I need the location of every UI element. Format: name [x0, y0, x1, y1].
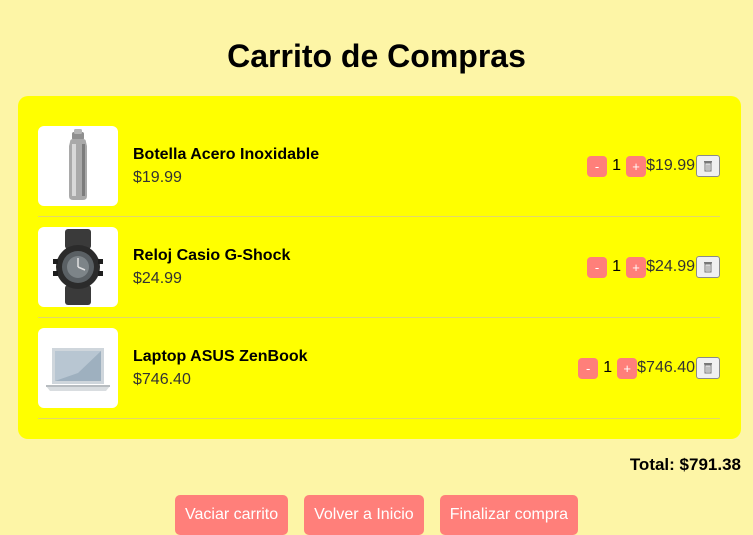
product-image-bottle — [38, 126, 118, 206]
empty-cart-button[interactable]: Vaciar carrito — [175, 495, 289, 535]
cart-actions: Vaciar carrito Volver a Inicio Finalizar… — [0, 495, 753, 535]
quantity-value: 1 — [603, 359, 613, 376]
increase-quantity-button[interactable]: + — [617, 357, 638, 379]
remove-item-button[interactable] — [696, 357, 720, 379]
decrease-quantity-button[interactable]: - — [578, 357, 599, 379]
cart-item: Laptop ASUS ZenBook $746.40 - 1 + $746.4… — [38, 318, 720, 419]
quantity-value: 1 — [612, 258, 622, 275]
quantity-controls: - 1 + $746.40 — [578, 357, 720, 379]
decrease-quantity-button[interactable]: - — [587, 256, 608, 278]
product-name: Reloj Casio G-Shock — [133, 247, 291, 264]
product-price: $19.99 — [133, 169, 182, 186]
back-home-button[interactable]: Volver a Inicio — [304, 495, 424, 535]
quantity-controls: - 1 + $24.99 — [587, 256, 720, 278]
product-name: Laptop ASUS ZenBook — [133, 348, 308, 365]
page-title: Carrito de Compras — [227, 38, 526, 74]
product-image-watch — [38, 227, 118, 307]
quantity-controls: - 1 + $19.99 — [587, 155, 720, 177]
product-price: $746.40 — [133, 371, 191, 388]
cart-panel: Botella Acero Inoxidable $19.99 - 1 + $1… — [18, 96, 741, 439]
remove-item-button[interactable] — [696, 256, 720, 278]
trash-icon — [704, 363, 712, 374]
trash-icon — [704, 161, 712, 172]
decrease-quantity-button[interactable]: - — [587, 155, 608, 177]
product-price: $24.99 — [133, 270, 182, 287]
increase-quantity-button[interactable]: + — [626, 155, 647, 177]
cart-total: Total: $791.38 — [629, 455, 741, 474]
item-subtotal: $24.99 — [646, 258, 695, 275]
product-name: Botella Acero Inoxidable — [133, 146, 320, 163]
cart-item: Reloj Casio G-Shock $24.99 - 1 + $24.99 — [38, 217, 720, 318]
quantity-value: 1 — [612, 157, 622, 174]
increase-quantity-button[interactable]: + — [626, 256, 647, 278]
item-subtotal: $746.40 — [637, 359, 695, 376]
trash-icon — [704, 262, 712, 273]
product-image-laptop — [38, 328, 118, 408]
checkout-button[interactable]: Finalizar compra — [439, 495, 578, 535]
item-subtotal: $19.99 — [646, 157, 695, 174]
remove-item-button[interactable] — [696, 155, 720, 177]
cart-item: Botella Acero Inoxidable $19.99 - 1 + $1… — [38, 116, 720, 217]
